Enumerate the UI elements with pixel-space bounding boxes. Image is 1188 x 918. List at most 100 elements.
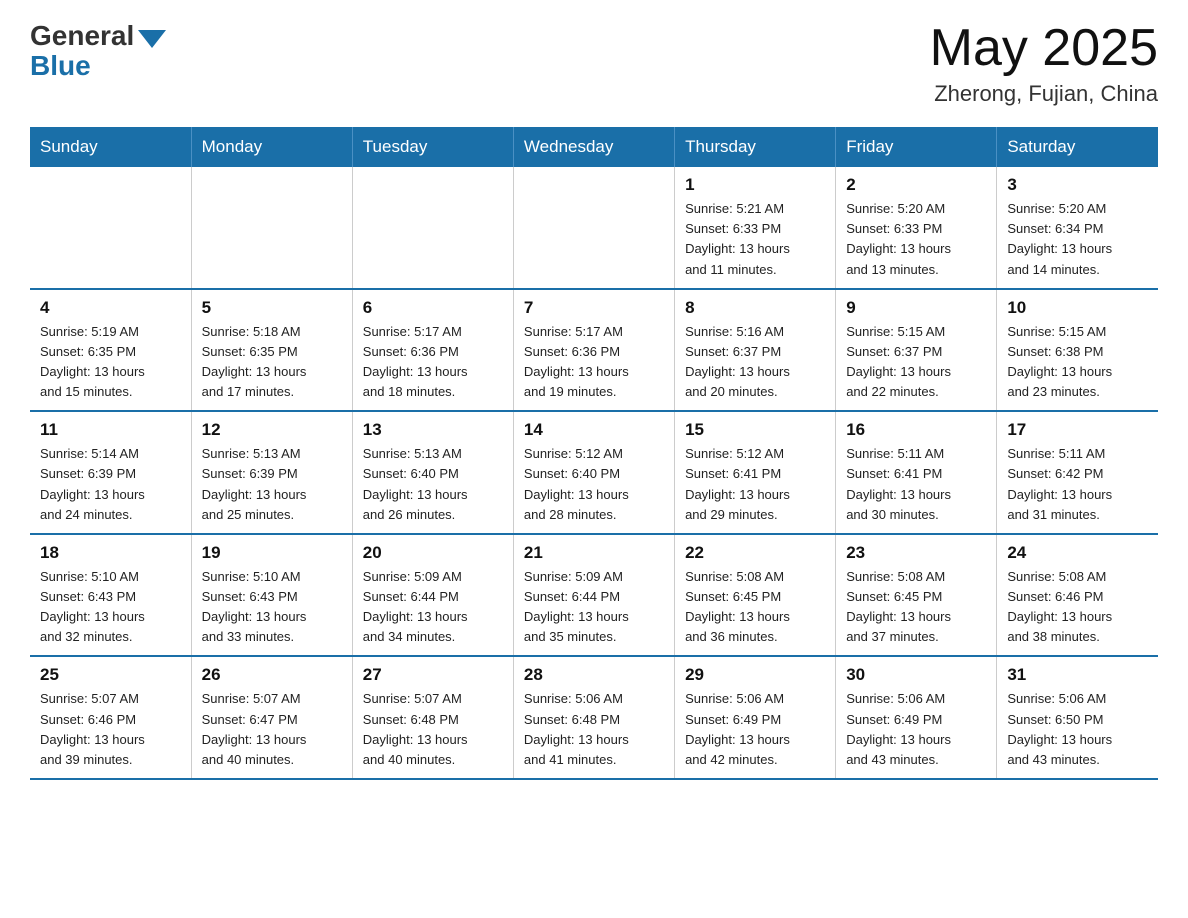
day-number: 11 (40, 420, 181, 440)
day-info: Sunrise: 5:07 AM Sunset: 6:48 PM Dayligh… (363, 691, 468, 766)
day-number: 21 (524, 543, 664, 563)
page-header: General Blue May 2025 Zherong, Fujian, C… (30, 20, 1158, 107)
calendar-cell: 4Sunrise: 5:19 AM Sunset: 6:35 PM Daylig… (30, 289, 191, 412)
logo-general-text: General (30, 20, 134, 52)
calendar-cell: 29 Sunrise: 5:06 AM Sunset: 6:49 PM Dayli… (675, 656, 836, 779)
day-number: 14 (524, 420, 664, 440)
column-header-saturday: Saturday (997, 127, 1158, 167)
day-number: 4 (40, 298, 181, 318)
day-info: Sunrise: 5:13 AM Sunset: 6:40 PM Dayligh… (363, 446, 468, 521)
day-number: 31 (1007, 665, 1148, 685)
day-number: 15 (685, 420, 825, 440)
column-header-friday: Friday (836, 127, 997, 167)
day-info: Sunrise: 5:12 AM Sunset: 6:41 PM Dayligh… (685, 446, 790, 521)
calendar-cell (513, 167, 674, 289)
day-number: 24 (1007, 543, 1148, 563)
logo: General Blue (30, 20, 166, 82)
day-number: 26 (202, 665, 342, 685)
day-number: 1 (685, 175, 825, 195)
day-number: 20 (363, 543, 503, 563)
day-number: 8 (685, 298, 825, 318)
day-info: Sunrise: 5:15 AM Sunset: 6:37 PM Dayligh… (846, 324, 951, 399)
day-number: 13 (363, 420, 503, 440)
calendar-cell: 25Sunrise: 5:07 AM Sunset: 6:46 PM Dayli… (30, 656, 191, 779)
day-info: Sunrise: 5:07 AM Sunset: 6:46 PM Dayligh… (40, 691, 145, 766)
day-info: Sunrise: 5:15 AM Sunset: 6:38 PM Dayligh… (1007, 324, 1112, 399)
week-row-3: 11 Sunrise: 5:14 AM Sunset: 6:39 PM Dayli… (30, 411, 1158, 534)
day-number: 2 (846, 175, 986, 195)
calendar-cell: 7Sunrise: 5:17 AM Sunset: 6:36 PM Daylig… (513, 289, 674, 412)
day-info: Sunrise: 5:11 AM Sunset: 6:42 PM Dayligh… (1007, 446, 1112, 521)
calendar-subtitle: Zherong, Fujian, China (930, 81, 1158, 107)
day-info: Sunrise: 5:20 AM Sunset: 6:34 PM Dayligh… (1007, 201, 1112, 276)
day-info: Sunrise: 5:10 AM Sunset: 6:43 PM Dayligh… (202, 569, 307, 644)
calendar-cell: 1 Sunrise: 5:21 AM Sunset: 6:33 PM Daylig… (675, 167, 836, 289)
day-info: Sunrise: 5:07 AM Sunset: 6:47 PM Dayligh… (202, 691, 307, 766)
title-block: May 2025 Zherong, Fujian, China (930, 20, 1158, 107)
day-info: Sunrise: 5:21 AM Sunset: 6:33 PM Dayligh… (685, 201, 790, 276)
calendar-cell: 17Sunrise: 5:11 AM Sunset: 6:42 PM Dayli… (997, 411, 1158, 534)
calendar-cell: 27 Sunrise: 5:07 AM Sunset: 6:48 PM Dayli… (352, 656, 513, 779)
day-info: Sunrise: 5:12 AM Sunset: 6:40 PM Dayligh… (524, 446, 629, 521)
column-header-sunday: Sunday (30, 127, 191, 167)
day-info: Sunrise: 5:09 AM Sunset: 6:44 PM Dayligh… (363, 569, 468, 644)
day-info: Sunrise: 5:08 AM Sunset: 6:45 PM Dayligh… (846, 569, 951, 644)
calendar-cell: 12Sunrise: 5:13 AM Sunset: 6:39 PM Dayli… (191, 411, 352, 534)
calendar-cell: 2Sunrise: 5:20 AM Sunset: 6:33 PM Daylig… (836, 167, 997, 289)
day-number: 27 (363, 665, 503, 685)
calendar-cell: 31Sunrise: 5:06 AM Sunset: 6:50 PM Dayli… (997, 656, 1158, 779)
calendar-cell: 30 Sunrise: 5:06 AM Sunset: 6:49 PM Dayli… (836, 656, 997, 779)
day-number: 28 (524, 665, 664, 685)
calendar-cell: 21Sunrise: 5:09 AM Sunset: 6:44 PM Dayli… (513, 534, 674, 657)
day-number: 7 (524, 298, 664, 318)
calendar-table: SundayMondayTuesdayWednesdayThursdayFrid… (30, 127, 1158, 780)
day-number: 9 (846, 298, 986, 318)
calendar-cell: 22 Sunrise: 5:08 AM Sunset: 6:45 PM Dayli… (675, 534, 836, 657)
day-number: 3 (1007, 175, 1148, 195)
calendar-cell: 9 Sunrise: 5:15 AM Sunset: 6:37 PM Daylig… (836, 289, 997, 412)
calendar-cell: 5 Sunrise: 5:18 AM Sunset: 6:35 PM Daylig… (191, 289, 352, 412)
day-number: 5 (202, 298, 342, 318)
day-info: Sunrise: 5:06 AM Sunset: 6:49 PM Dayligh… (685, 691, 790, 766)
week-row-5: 25Sunrise: 5:07 AM Sunset: 6:46 PM Dayli… (30, 656, 1158, 779)
column-header-monday: Monday (191, 127, 352, 167)
calendar-cell: 19 Sunrise: 5:10 AM Sunset: 6:43 PM Dayli… (191, 534, 352, 657)
calendar-cell: 18Sunrise: 5:10 AM Sunset: 6:43 PM Dayli… (30, 534, 191, 657)
column-header-wednesday: Wednesday (513, 127, 674, 167)
day-number: 22 (685, 543, 825, 563)
calendar-cell: 10 Sunrise: 5:15 AM Sunset: 6:38 PM Dayli… (997, 289, 1158, 412)
calendar-cell: 20 Sunrise: 5:09 AM Sunset: 6:44 PM Dayli… (352, 534, 513, 657)
logo-blue-text: Blue (30, 50, 91, 82)
day-info: Sunrise: 5:14 AM Sunset: 6:39 PM Dayligh… (40, 446, 145, 521)
column-header-tuesday: Tuesday (352, 127, 513, 167)
day-number: 29 (685, 665, 825, 685)
day-number: 16 (846, 420, 986, 440)
day-number: 30 (846, 665, 986, 685)
day-info: Sunrise: 5:06 AM Sunset: 6:49 PM Dayligh… (846, 691, 951, 766)
day-info: Sunrise: 5:10 AM Sunset: 6:43 PM Dayligh… (40, 569, 145, 644)
calendar-cell (191, 167, 352, 289)
calendar-cell: 6Sunrise: 5:17 AM Sunset: 6:36 PM Daylig… (352, 289, 513, 412)
day-info: Sunrise: 5:13 AM Sunset: 6:39 PM Dayligh… (202, 446, 307, 521)
calendar-cell (352, 167, 513, 289)
day-number: 19 (202, 543, 342, 563)
calendar-cell: 3 Sunrise: 5:20 AM Sunset: 6:34 PM Daylig… (997, 167, 1158, 289)
calendar-title: May 2025 (930, 20, 1158, 77)
day-info: Sunrise: 5:18 AM Sunset: 6:35 PM Dayligh… (202, 324, 307, 399)
day-number: 10 (1007, 298, 1148, 318)
calendar-header-row: SundayMondayTuesdayWednesdayThursdayFrid… (30, 127, 1158, 167)
calendar-cell: 28 Sunrise: 5:06 AM Sunset: 6:48 PM Dayli… (513, 656, 674, 779)
calendar-cell: 16Sunrise: 5:11 AM Sunset: 6:41 PM Dayli… (836, 411, 997, 534)
day-info: Sunrise: 5:08 AM Sunset: 6:46 PM Dayligh… (1007, 569, 1112, 644)
day-number: 23 (846, 543, 986, 563)
calendar-cell: 14 Sunrise: 5:12 AM Sunset: 6:40 PM Dayli… (513, 411, 674, 534)
logo-arrow-icon (138, 30, 166, 48)
calendar-cell: 15 Sunrise: 5:12 AM Sunset: 6:41 PM Dayli… (675, 411, 836, 534)
day-info: Sunrise: 5:08 AM Sunset: 6:45 PM Dayligh… (685, 569, 790, 644)
calendar-cell: 8Sunrise: 5:16 AM Sunset: 6:37 PM Daylig… (675, 289, 836, 412)
calendar-cell: 26 Sunrise: 5:07 AM Sunset: 6:47 PM Dayli… (191, 656, 352, 779)
week-row-1: 1 Sunrise: 5:21 AM Sunset: 6:33 PM Daylig… (30, 167, 1158, 289)
calendar-cell (30, 167, 191, 289)
day-info: Sunrise: 5:06 AM Sunset: 6:48 PM Dayligh… (524, 691, 629, 766)
week-row-4: 18Sunrise: 5:10 AM Sunset: 6:43 PM Dayli… (30, 534, 1158, 657)
